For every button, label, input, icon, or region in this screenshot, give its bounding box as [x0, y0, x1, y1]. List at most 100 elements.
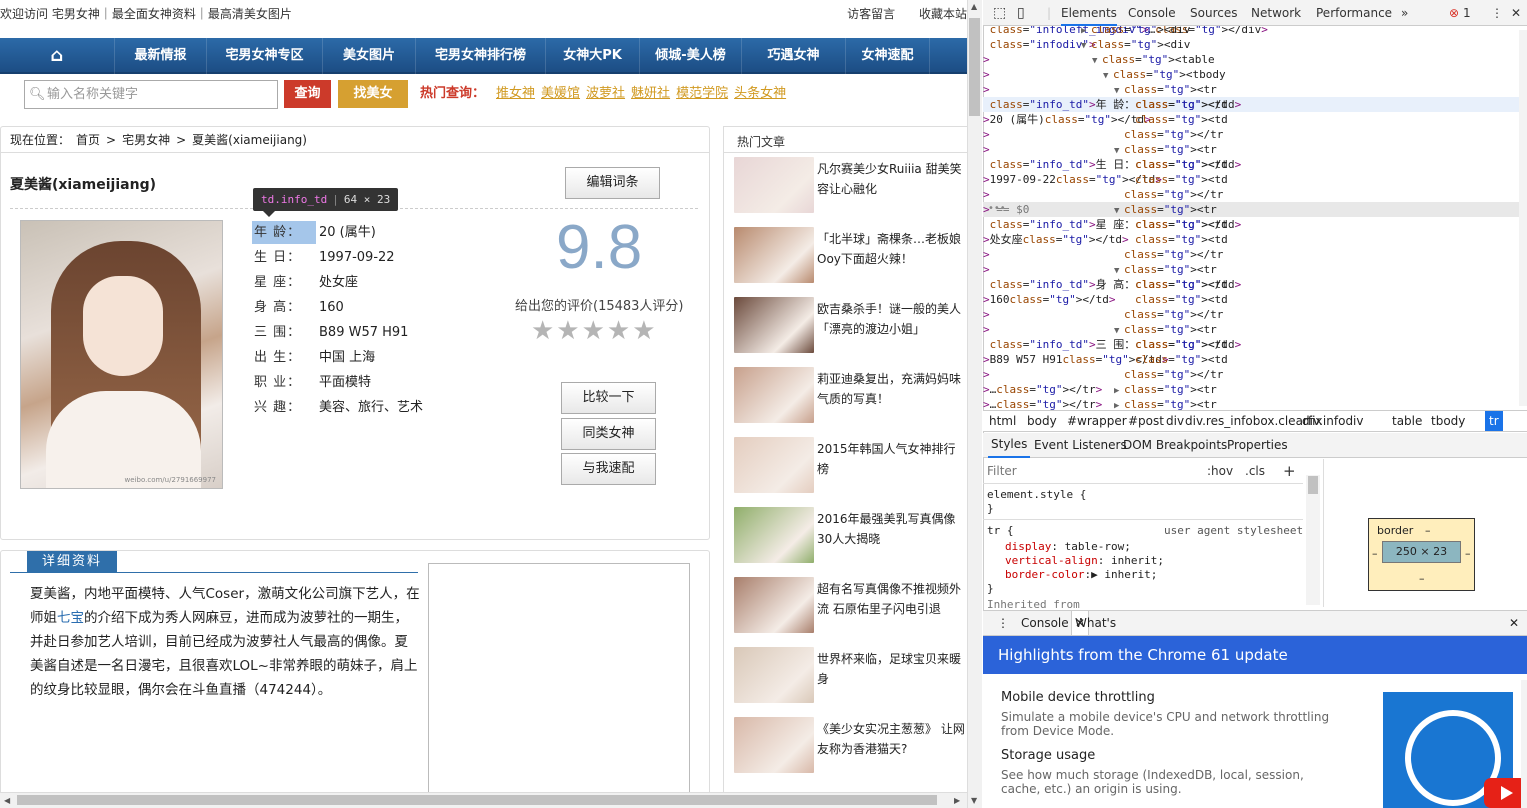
dom-breadcrumb-item[interactable]: html — [989, 411, 1016, 431]
search-input[interactable]: 🔍︎ 输入名称关键字 — [24, 80, 278, 109]
box-model-content[interactable]: 250 × 23 — [1382, 541, 1461, 563]
device-toolbar-icon[interactable]: ▯ — [1017, 0, 1025, 26]
detail-link[interactable]: 七宝 — [57, 610, 84, 626]
drawer-menu-icon[interactable]: ⋮ — [997, 611, 1009, 635]
dom-node[interactable]: class="tg"></tr > — [983, 127, 1527, 142]
dom-node[interactable]: class="tg"><td >20 (属牛)class="tg"></td> — [983, 112, 1527, 127]
dom-node[interactable]: ▼ class="tg"><div class="infodiv"> — [983, 37, 1527, 52]
dom-breadcrumb-item[interactable]: tbody — [1431, 411, 1465, 431]
hot-link[interactable]: 波萝社 — [586, 86, 625, 101]
hot-article-thumbnail[interactable] — [734, 437, 814, 493]
compare-button[interactable]: 比较一下 — [561, 382, 656, 414]
dom-node[interactable]: class="tg"><td class="info_td">三 围：class… — [983, 337, 1527, 352]
similar-goddess-button[interactable]: 同类女神 — [561, 418, 656, 450]
hot-article-title[interactable]: 世界杯来临，足球宝贝来暖身 — [817, 649, 967, 689]
nav-item-pk[interactable]: 女神大PK — [546, 38, 640, 74]
dom-node[interactable]: class="tg"></tr > — [983, 187, 1527, 202]
dom-node[interactable]: class="tg"></tr > — [983, 367, 1527, 382]
whats-new-item-title[interactable]: Mobile device throttling — [1001, 690, 1155, 705]
hot-article[interactable]: 超有名写真偶像不推视频外流 石原佑里子闪电引退 — [734, 577, 967, 637]
hot-article-title[interactable]: 凡尔赛美少女Ruiiia 甜美笑容让心融化 — [817, 159, 967, 199]
breadcrumb-category[interactable]: 宅男女神 — [122, 133, 170, 147]
tab-performance[interactable]: Performance — [1316, 0, 1392, 26]
dom-node[interactable]: ▼ class="tg"><tr > — [983, 142, 1527, 157]
dom-breadcrumb-item[interactable]: #post — [1128, 411, 1164, 431]
tab-network[interactable]: Network — [1251, 0, 1301, 26]
dom-tree[interactable]: ▶ class="tg"><div class="infoleft_imgdiv"… — [983, 26, 1527, 410]
breadcrumb-home[interactable]: 首页 — [76, 133, 100, 147]
nav-item-pictures[interactable]: 美女图片 — [323, 38, 416, 74]
css-property[interactable]: display: table-row; — [1005, 540, 1131, 554]
query-button[interactable]: 查询 — [284, 80, 331, 108]
hot-article[interactable]: 世界杯来临，足球宝贝来暖身 — [734, 647, 967, 707]
ellipsis-icon[interactable]: ••• — [988, 203, 1006, 214]
dom-node[interactable]: class="tg"><td >1997-09-22class="tg"></td… — [983, 172, 1527, 187]
find-beauty-button[interactable]: 找美女 — [338, 80, 408, 108]
tab-event-listeners[interactable]: Event Listeners — [1034, 433, 1127, 458]
tab-sources[interactable]: Sources — [1190, 0, 1237, 26]
element-style-rule[interactable]: element.style { — [987, 488, 1086, 502]
more-tabs-icon[interactable]: » — [1401, 0, 1408, 26]
dom-node[interactable]: class="tg"></tr > — [983, 247, 1527, 262]
hot-article-title[interactable]: 2015年韩国人气女神排行榜 — [817, 439, 967, 479]
hot-article[interactable]: 《美少女实况主葱葱》 让网友称为香港猫天? — [734, 717, 967, 777]
nav-item-meet[interactable]: 巧遇女神 — [742, 38, 846, 74]
page-horizontal-scroll-thumb[interactable] — [17, 795, 937, 805]
styles-scroll-thumb[interactable] — [1308, 476, 1318, 494]
nav-item-ranking[interactable]: 宅男女神排行榜 — [416, 38, 546, 74]
drawer-tab-whats-new[interactable]: What's New ✕ — [1071, 611, 1116, 654]
tab-properties[interactable]: Properties — [1227, 433, 1288, 458]
nav-item-goddess-zone[interactable]: 宅男女神专区 — [207, 38, 323, 74]
error-count[interactable]: 1 — [1463, 0, 1471, 26]
nav-item-match[interactable]: 女神速配 — [846, 38, 930, 74]
tr-rule[interactable]: tr { — [987, 524, 1014, 538]
hot-article[interactable]: 「北半球」斋棵条…老板娘Ooy下面超火辣！ — [734, 227, 967, 287]
filter-input[interactable]: Filter — [987, 459, 1017, 484]
css-property[interactable]: border-color:▶ inherit; — [1005, 568, 1157, 582]
close-icon[interactable]: ✕ — [1511, 0, 1521, 26]
whats-new-scrollbar[interactable] — [1521, 680, 1527, 808]
dom-node[interactable]: ▶ class="tg"><tr >…class="tg"></tr> — [983, 397, 1527, 410]
dom-node[interactable]: ▶ class="tg"><div class="infoleft_imgdiv"… — [983, 26, 1527, 37]
nav-item-news[interactable]: 最新情报 — [115, 38, 207, 74]
hot-article[interactable]: 凡尔赛美少女Ruiiia 甜美笑容让心融化 — [734, 157, 967, 217]
nav-item-beauty-list[interactable]: 倾城-美人榜 — [640, 38, 742, 74]
dom-node[interactable]: class="tg"></tr > — [983, 307, 1527, 322]
dom-node[interactable]: ▼ class="tg"><table > — [983, 52, 1527, 67]
dom-node[interactable]: ▼ class="tg"><tr > — [983, 322, 1527, 337]
hot-link[interactable]: 头条女神 — [734, 86, 786, 101]
dom-node[interactable]: ▶ class="tg"><tr >…class="tg"></tr> — [983, 382, 1527, 397]
whats-new-item-title[interactable]: Storage usage — [1001, 748, 1095, 763]
scroll-down-icon[interactable]: ▼ — [971, 796, 977, 805]
hot-article-title[interactable]: 超有名写真偶像不推视频外流 石原佑里子闪电引退 — [817, 579, 967, 619]
hot-article[interactable]: 2016年最强美乳写真偶像30人大揭晓 — [734, 507, 967, 567]
dom-node[interactable]: ▼ class="tg"><tr > — [983, 262, 1527, 277]
bookmark-link[interactable]: 收藏本站 — [919, 7, 967, 21]
hot-article-title[interactable]: 「北半球」斋棵条…老板娘Ooy下面超火辣！ — [817, 229, 967, 269]
page-vertical-scrollbar[interactable] — [967, 0, 982, 808]
error-icon[interactable]: ⊗ — [1449, 0, 1459, 26]
drawer-tab-console[interactable]: Console — [1021, 611, 1069, 635]
dom-node[interactable]: class="tg"><td >处女座class="tg"></td> — [983, 232, 1527, 247]
hot-article-thumbnail[interactable] — [734, 367, 814, 423]
hot-article[interactable]: 2015年韩国人气女神排行榜 — [734, 437, 967, 497]
guestbook-link[interactable]: 访客留言 — [847, 7, 895, 21]
dom-node[interactable]: class="tg"><td >B89 W57 H91class="tg"></t… — [983, 352, 1527, 367]
inspect-element-icon[interactable]: ⬚ — [993, 0, 1006, 26]
hov-toggle[interactable]: :hov — [1207, 459, 1233, 484]
add-rule-icon[interactable]: + — [1283, 459, 1296, 484]
cls-toggle[interactable]: .cls — [1245, 459, 1265, 484]
dom-node[interactable]: ▼ class="tg"><tr > == $0 — [983, 202, 1527, 217]
rating-stars[interactable]: ★★★★★ — [531, 318, 658, 344]
dom-breadcrumb-item[interactable]: #wrapper — [1067, 411, 1127, 431]
css-property[interactable]: vertical-align: inherit; — [1005, 554, 1164, 568]
hot-article-title[interactable]: 2016年最强美乳写真偶像30人大揭晓 — [817, 509, 967, 549]
dom-node[interactable]: ▼ class="tg"><tbody > — [983, 67, 1527, 82]
tab-elements[interactable]: Elements — [1061, 0, 1117, 26]
scroll-up-icon[interactable]: ▲ — [971, 2, 977, 11]
dom-node[interactable]: class="tg"><td class="info_td">星 座：class… — [983, 217, 1527, 232]
dom-breadcrumb-item[interactable]: table — [1392, 411, 1422, 431]
dom-breadcrumb-item[interactable]: div — [1166, 411, 1184, 431]
dom-breadcrumb-item[interactable]: body — [1027, 411, 1057, 431]
detail-tab[interactable]: 详细资料 — [27, 551, 117, 573]
